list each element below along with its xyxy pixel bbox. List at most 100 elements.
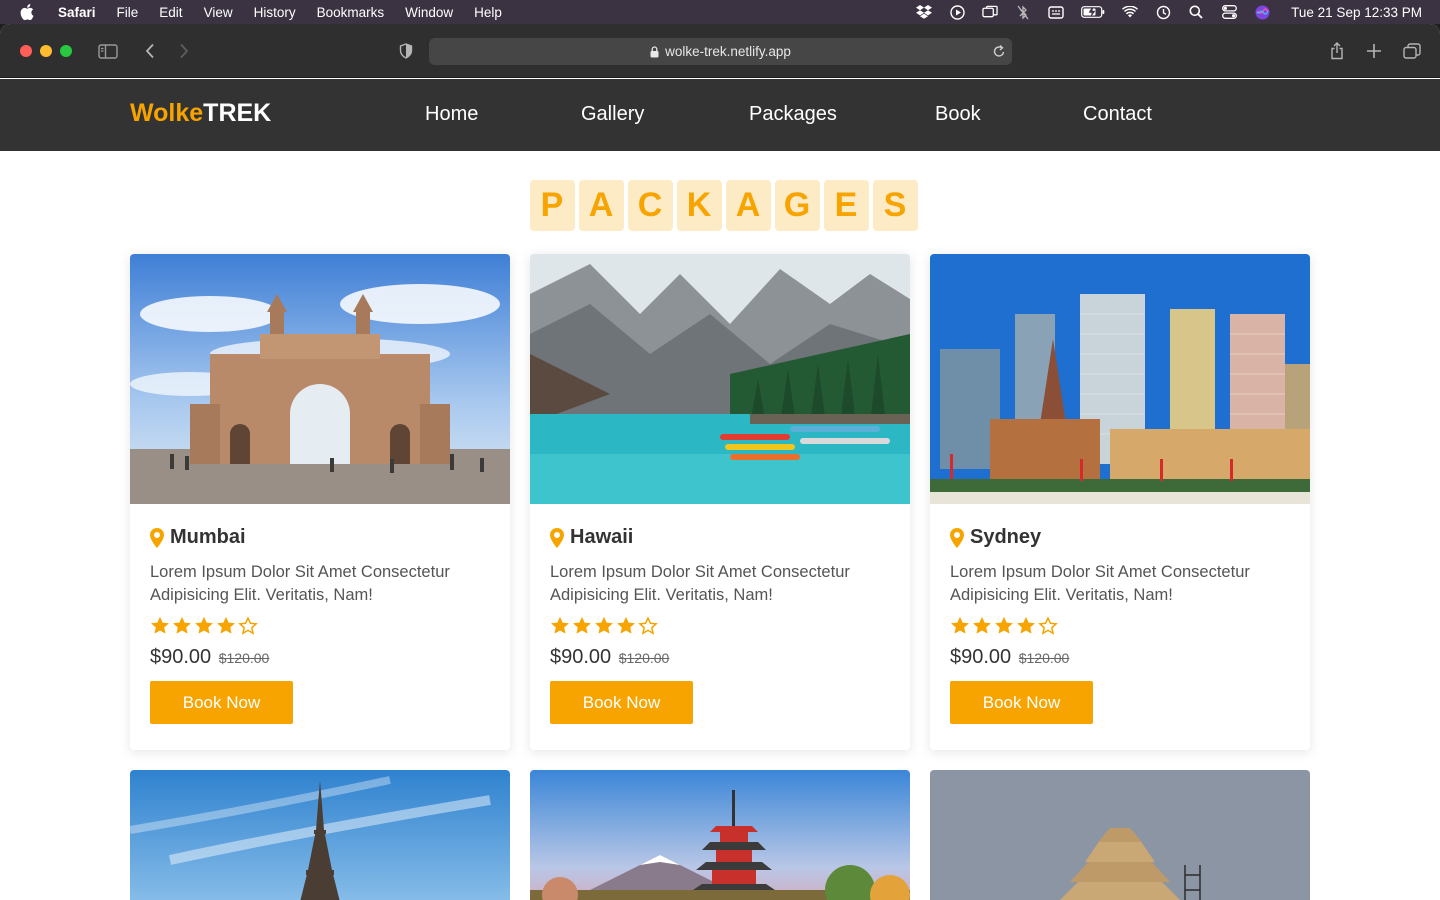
nav-home[interactable]: Home <box>425 103 478 126</box>
control-center-icon[interactable] <box>1221 4 1237 20</box>
package-description: Lorem Ipsum Dolor Sit Amet Consectetur A… <box>150 563 450 604</box>
star-outline-icon <box>1038 616 1058 639</box>
menu-bookmarks[interactable]: Bookmarks <box>317 5 385 20</box>
siri-icon[interactable] <box>1254 4 1270 20</box>
star-outline-icon <box>238 616 258 639</box>
forward-chevron-icon[interactable] <box>176 39 192 63</box>
menu-window[interactable]: Window <box>405 5 453 20</box>
browser-toolbar: wolke-trek.netlify.app <box>0 24 1440 78</box>
package-price: $90.00 $120.00 <box>550 646 890 669</box>
privacy-shield-icon[interactable] <box>397 39 415 63</box>
heading-letter: S <box>873 180 918 231</box>
package-card-mumbai: Mumbai Lorem Ipsum Dolor Sit Amet Consec… <box>130 254 510 750</box>
package-description: Lorem Ipsum Dolor Sit Amet Consectetur A… <box>950 563 1250 604</box>
close-window-button[interactable] <box>20 45 32 57</box>
package-price: $90.00 $120.00 <box>150 646 490 669</box>
share-icon[interactable] <box>1328 39 1346 63</box>
nav-packages[interactable]: Packages <box>749 103 837 126</box>
macos-menu-bar: Safari File Edit View History Bookmarks … <box>0 0 1440 24</box>
star-rating <box>550 616 890 639</box>
time-machine-icon[interactable] <box>1155 4 1171 20</box>
heading-letter: P <box>530 180 575 231</box>
star-filled-icon <box>216 616 236 639</box>
url-text: wolke-trek.netlify.app <box>665 44 791 59</box>
new-tab-plus-icon[interactable] <box>1365 39 1383 63</box>
heading-letter: G <box>775 180 820 231</box>
star-rating <box>950 616 1290 639</box>
sidebar-toggle-icon[interactable] <box>97 39 119 63</box>
current-price: $90.00 <box>550 646 612 668</box>
package-card-hawaii: Hawaii Lorem Ipsum Dolor Sit Amet Consec… <box>530 254 910 750</box>
webpage: WolkeTREK Home Gallery Packages Book Con… <box>0 79 1440 900</box>
eiffel-tower-photo <box>130 770 510 900</box>
current-price: $90.00 <box>950 646 1012 668</box>
menu-history[interactable]: History <box>254 5 296 20</box>
minimize-window-button[interactable] <box>40 45 52 57</box>
old-price: $120.00 <box>218 650 270 666</box>
apple-menu-icon[interactable] <box>20 4 40 20</box>
book-now-button[interactable]: Book Now <box>550 681 693 724</box>
back-chevron-icon[interactable] <box>142 39 158 63</box>
nav-book[interactable]: Book <box>935 103 981 126</box>
menu-view[interactable]: View <box>204 5 233 20</box>
zoom-window-button[interactable] <box>60 45 72 57</box>
dropbox-icon[interactable] <box>916 4 933 20</box>
play-circle-icon[interactable] <box>949 4 965 20</box>
star-filled-icon <box>572 616 592 639</box>
star-filled-icon <box>150 616 170 639</box>
wifi-icon[interactable] <box>1122 4 1139 20</box>
menubar-clock[interactable]: Tue 21 Sep 12:33 PM <box>1291 5 1422 20</box>
heading-letter: A <box>579 180 624 231</box>
star-filled-icon <box>594 616 614 639</box>
package-city: Hawaii <box>570 526 634 548</box>
pagoda-mount-fuji-photo <box>530 770 910 900</box>
menu-help[interactable]: Help <box>474 5 502 20</box>
book-now-button[interactable]: Book Now <box>950 681 1093 724</box>
menu-file[interactable]: File <box>117 5 139 20</box>
star-filled-icon <box>172 616 192 639</box>
sydney-skyline-photo <box>930 254 1310 504</box>
star-filled-icon <box>616 616 636 639</box>
bluetooth-off-icon[interactable] <box>1015 4 1031 20</box>
current-price: $90.00 <box>150 646 212 668</box>
reload-icon[interactable] <box>992 43 1006 62</box>
mountain-lake-canoes-photo <box>530 254 910 504</box>
gateway-of-india-photo <box>130 254 510 504</box>
star-filled-icon <box>950 616 970 639</box>
keyboard-input-icon[interactable] <box>1048 4 1064 20</box>
logo-trek: TREK <box>203 99 272 127</box>
star-filled-icon <box>994 616 1014 639</box>
package-city: Sydney <box>970 526 1042 548</box>
package-description: Lorem Ipsum Dolor Sit Amet Consectetur A… <box>550 563 850 604</box>
packages-heading: P A C K A G E S <box>530 180 918 231</box>
site-logo[interactable]: WolkeTREK <box>130 99 271 128</box>
battery-charging-icon[interactable] <box>1081 4 1105 20</box>
package-card-sydney: Sydney Lorem Ipsum Dolor Sit Amet Consec… <box>930 254 1310 750</box>
lock-icon <box>650 45 659 58</box>
map-marker-icon <box>950 527 964 548</box>
nav-contact[interactable]: Contact <box>1083 103 1152 126</box>
nav-gallery[interactable]: Gallery <box>581 103 644 126</box>
site-header: WolkeTREK Home Gallery Packages Book Con… <box>0 79 1440 151</box>
menu-app-safari[interactable]: Safari <box>58 5 96 20</box>
star-rating <box>150 616 490 639</box>
address-bar[interactable]: wolke-trek.netlify.app <box>429 38 1012 65</box>
star-outline-icon <box>638 616 658 639</box>
package-price: $90.00 $120.00 <box>950 646 1290 669</box>
star-filled-icon <box>972 616 992 639</box>
screen-mirroring-icon[interactable] <box>982 4 998 20</box>
map-marker-icon <box>150 527 164 548</box>
step-pyramid-photo <box>930 770 1310 900</box>
star-filled-icon <box>194 616 214 639</box>
old-price: $120.00 <box>1018 650 1070 666</box>
heading-letter: A <box>726 180 771 231</box>
heading-letter: C <box>628 180 673 231</box>
menu-edit[interactable]: Edit <box>159 5 182 20</box>
safari-window: wolke-trek.netlify.app WolkeTREK Home Ga… <box>0 24 1440 900</box>
book-now-button[interactable]: Book Now <box>150 681 293 724</box>
old-price: $120.00 <box>618 650 670 666</box>
package-city: Mumbai <box>170 526 246 548</box>
spotlight-search-icon[interactable] <box>1188 4 1204 20</box>
heading-letter: K <box>677 180 722 231</box>
tab-overview-icon[interactable] <box>1402 39 1422 63</box>
